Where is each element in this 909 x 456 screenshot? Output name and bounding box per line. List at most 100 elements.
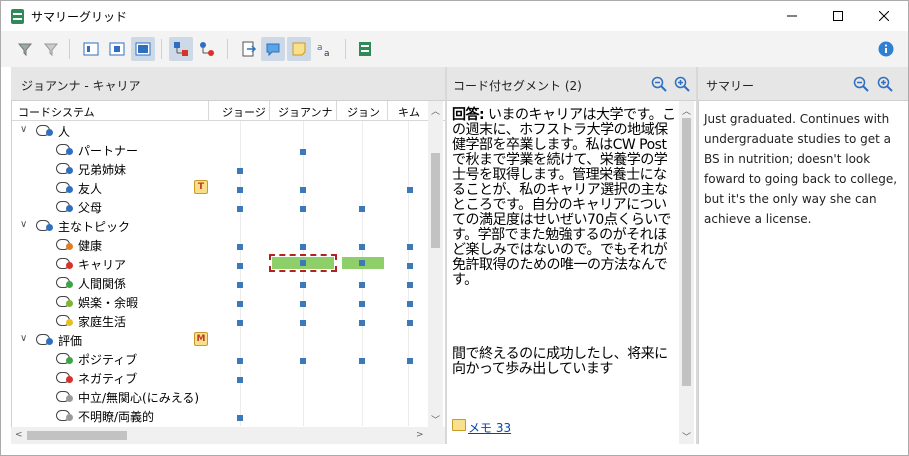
layout-left-button[interactable] [79, 37, 103, 61]
code-row[interactable]: 中立/無関心(にみえる) [12, 387, 428, 406]
svg-text:a: a [324, 49, 330, 57]
cell-george-ambiguous[interactable] [237, 415, 243, 421]
layout-full-button[interactable] [131, 37, 155, 61]
summary-table-button[interactable] [353, 37, 377, 61]
grid-vscroll-thumb[interactable] [431, 153, 440, 248]
cell-joanna-leisure[interactable] [300, 301, 306, 307]
cell-george-siblings[interactable] [237, 168, 243, 174]
cell-john-relationships[interactable] [359, 282, 365, 288]
code-row[interactable]: 兄弟姉妹 [12, 159, 428, 178]
zoom-out-icon[interactable] [853, 76, 869, 92]
cell-joanna-family[interactable] [300, 320, 306, 326]
zoom-out-icon[interactable] [651, 76, 667, 92]
code-row[interactable]: 人間関係 [12, 273, 428, 292]
scroll-up-arrow[interactable]: ︿ [431, 104, 440, 117]
cell-george-relationships[interactable] [237, 282, 243, 288]
cell-kim-career[interactable] [407, 263, 413, 269]
layout-center-button[interactable] [105, 37, 129, 61]
cell-joanna-positive[interactable] [300, 358, 306, 364]
code-label: 不明瞭/両義的 [78, 410, 155, 424]
code-row[interactable]: 父母 [12, 197, 428, 216]
code-row[interactable]: パートナー [12, 140, 428, 159]
cell-joanna-friend[interactable] [300, 187, 306, 193]
column-header-code-system[interactable]: コードシステム [18, 104, 95, 120]
cell-george-negative[interactable] [237, 377, 243, 383]
code-row[interactable]: ネガティブ [12, 368, 428, 387]
scroll-down-arrow[interactable]: ﹀ [682, 430, 691, 443]
code-row[interactable]: ポジティブ [12, 349, 428, 368]
cell-kim-health[interactable] [407, 244, 413, 250]
minimize-button[interactable] [769, 1, 815, 31]
info-button[interactable] [874, 37, 898, 61]
code-badge[interactable]: M [194, 332, 208, 346]
code-row[interactable]: 娯楽・余暇 [12, 292, 428, 311]
cell-kim-friend[interactable] [407, 187, 413, 193]
cell-kim-positive[interactable] [407, 358, 413, 364]
code-row[interactable]: ∨ 人 [12, 121, 428, 140]
code-icon [56, 296, 73, 307]
close-button[interactable] [861, 1, 907, 31]
summary-text[interactable]: Just graduated. Continues with undergrad… [704, 109, 904, 229]
code-icon [56, 182, 73, 193]
code-hierarchy-button[interactable] [195, 37, 219, 61]
code-tree-button[interactable] [169, 37, 193, 61]
code-row[interactable]: 健康 [12, 235, 428, 254]
cell-george-positive[interactable] [237, 358, 243, 364]
column-header-kim[interactable]: キム [398, 104, 420, 120]
code-row[interactable]: ∨ 評価 M [12, 330, 428, 349]
scroll-down-arrow[interactable]: ﹀ [431, 413, 440, 426]
scroll-left-arrow[interactable]: < [15, 430, 23, 440]
chevron-down-icon[interactable]: ∨ [20, 124, 27, 135]
scroll-up-arrow[interactable]: ︿ [682, 104, 691, 117]
cell-joanna-health[interactable] [300, 244, 306, 250]
cell-kim-relationships[interactable] [407, 282, 413, 288]
cell-kim-leisure[interactable] [407, 301, 413, 307]
maximize-button[interactable] [815, 1, 861, 31]
cell-george-parents[interactable] [237, 206, 243, 212]
text-size-button[interactable]: aa [313, 37, 337, 61]
cell-john-positive[interactable] [359, 358, 365, 364]
code-badge[interactable]: T [194, 180, 208, 194]
column-header-george[interactable]: ジョージ [222, 104, 266, 120]
column-header-john[interactable]: ジョン [347, 104, 380, 120]
zoom-in-icon[interactable] [877, 76, 893, 92]
header-divider [208, 101, 209, 121]
cell-joanna-partner[interactable] [300, 149, 306, 155]
column-header-joanna[interactable]: ジョアンナ [278, 104, 333, 120]
code-row[interactable]: ∨ 主なトピック [12, 216, 428, 235]
scroll-right-arrow[interactable]: > [416, 430, 424, 440]
grid-hscroll-thumb[interactable] [27, 431, 127, 440]
filter-reset-button[interactable] [39, 37, 63, 61]
grid-vertical-scrollbar[interactable]: ︿ ﹀ [428, 101, 443, 427]
filter-button[interactable] [13, 37, 37, 61]
memo-link[interactable]: メモ 33 [468, 419, 511, 436]
memo-button[interactable] [287, 37, 311, 61]
chevron-down-icon[interactable]: ∨ [20, 219, 27, 230]
grid-horizontal-scrollbar[interactable]: < > [11, 427, 445, 444]
zoom-in-icon[interactable] [674, 76, 690, 92]
code-row[interactable]: 友人 T [12, 178, 428, 197]
toolbar: aa [1, 31, 908, 67]
chevron-down-icon[interactable]: ∨ [20, 333, 27, 344]
code-row[interactable]: 不明瞭/両義的 [12, 406, 428, 425]
code-row[interactable]: 家庭生活 [12, 311, 428, 330]
cell-john-health[interactable] [359, 244, 365, 250]
cell-joanna-relationships[interactable] [300, 282, 306, 288]
export-button[interactable] [237, 37, 261, 61]
cell-john-parents[interactable] [359, 206, 365, 212]
segments-vscroll-thumb[interactable] [682, 118, 691, 386]
segments-vertical-scrollbar[interactable]: ︿ ﹀ [679, 101, 694, 444]
comment-button[interactable] [261, 37, 285, 61]
cell-joanna-parents[interactable] [300, 206, 306, 212]
cell-john-leisure[interactable] [359, 301, 365, 307]
cell-george-leisure[interactable] [237, 301, 243, 307]
coded-segment-text: 回答: いまのキャリアは大学です。この週末に、ホフストラ大学の地域保健学部を卒業… [452, 108, 678, 288]
cell-george-health[interactable] [237, 244, 243, 250]
summary-table-icon [359, 42, 371, 56]
cell-george-family[interactable] [237, 320, 243, 326]
cell-kim-family[interactable] [407, 320, 413, 326]
cell-george-career[interactable] [237, 263, 243, 269]
cell-john-family[interactable] [359, 320, 365, 326]
summary-panel[interactable]: Just graduated. Continues with undergrad… [698, 101, 908, 444]
cell-george-friend[interactable] [237, 187, 243, 193]
